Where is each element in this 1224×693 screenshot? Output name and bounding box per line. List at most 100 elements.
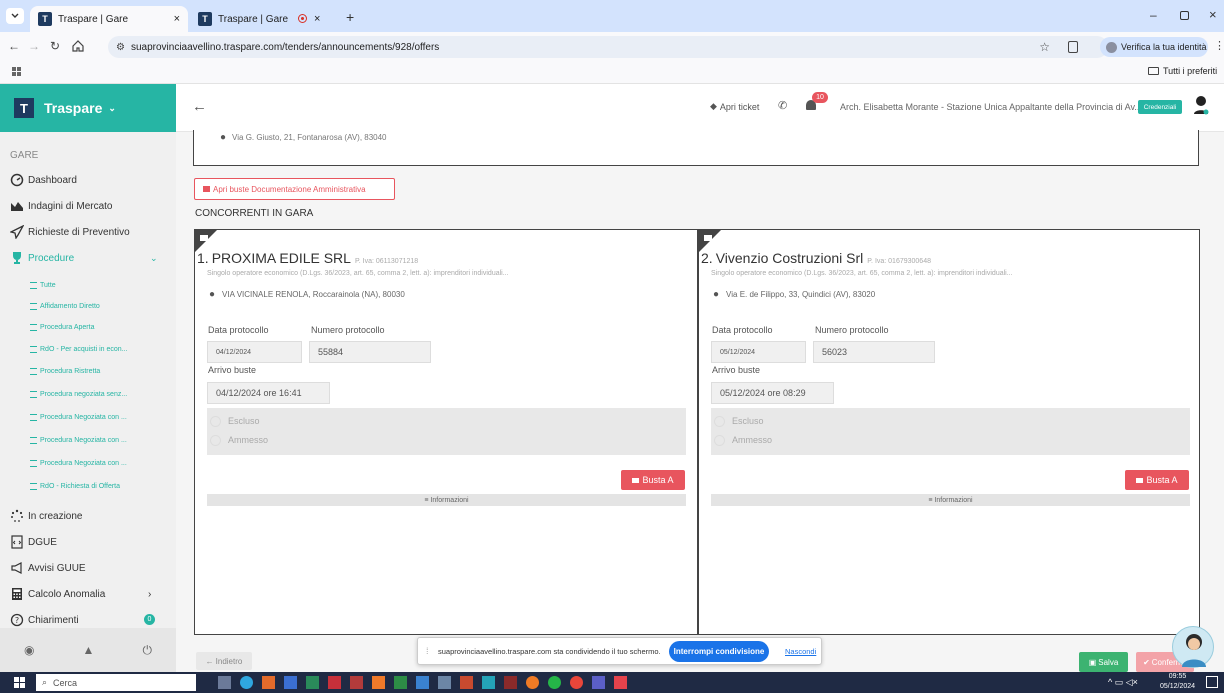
submenu-item[interactable]: Procedura Ristretta [30, 363, 100, 379]
excluded-radio[interactable] [714, 416, 725, 427]
submenu-item[interactable]: Procedura Negoziata con ... [30, 455, 127, 471]
date-label: Data protocollo [712, 325, 773, 335]
info-toggle[interactable]: ≡ Informazioni [711, 494, 1190, 506]
taskbar-search[interactable]: ⌕ Cerca [36, 674, 196, 691]
back-arrow-icon[interactable]: ← [192, 98, 207, 115]
browser-tab-1[interactable]: T Traspare | Gare × [30, 6, 188, 32]
app-icon[interactable] [614, 676, 627, 689]
apps-grid-icon[interactable] [12, 67, 21, 76]
sidebar-item-dashboard[interactable]: Dashboard [0, 168, 176, 192]
protocol-date-field[interactable]: 04/12/2024 [207, 341, 302, 363]
submenu-item[interactable]: RdO - Per acquisti in econ... [30, 341, 128, 357]
powerpoint-icon[interactable] [460, 676, 473, 689]
trophy-icon [13, 252, 21, 264]
whatsapp-icon[interactable] [548, 676, 561, 689]
submenu-item[interactable]: Tutte [30, 277, 56, 293]
sidebar-item-procedures[interactable]: Procedure ⌄ [0, 246, 176, 270]
site-settings-icon[interactable]: ⚙ [116, 42, 125, 53]
settings-icon[interactable]: ◉ [24, 643, 34, 657]
forward-arrow-icon[interactable]: → [28, 39, 40, 53]
close-tab-icon[interactable]: × [174, 13, 180, 25]
protocol-number-field[interactable]: 56023 [813, 341, 935, 363]
close-window-icon[interactable]: × [1209, 7, 1217, 22]
reload-icon[interactable]: ↻ [50, 39, 60, 53]
sidebar-item-anomaly[interactable]: Calcolo Anomalia › [0, 582, 176, 606]
app-icon[interactable] [262, 676, 275, 689]
submenu-item[interactable]: Procedura Negoziata con ... [30, 432, 127, 448]
info-toggle[interactable]: ≡ Informazioni [207, 494, 686, 506]
edge-icon[interactable] [240, 676, 253, 689]
app-icon[interactable] [482, 676, 495, 689]
close-tab-icon[interactable]: × [314, 13, 320, 25]
app-icon[interactable] [416, 676, 429, 689]
sidebar-item-guue[interactable]: Avvisi GUUE [0, 556, 176, 580]
credentials-button[interactable]: Credenziali [1138, 100, 1182, 114]
busta-a-button[interactable]: Busta A [621, 470, 685, 490]
chrome-icon[interactable] [570, 676, 583, 689]
home-icon[interactable] [72, 40, 84, 52]
file-explorer-icon[interactable] [284, 676, 297, 689]
save-button[interactable]: ▣ Salva [1079, 652, 1128, 672]
back-arrow-icon[interactable]: ← [8, 39, 20, 53]
app-icon[interactable] [372, 676, 385, 689]
status-box: Escluso Ammesso [207, 408, 686, 455]
busta-a-button[interactable]: Busta A [1125, 470, 1189, 490]
app-icon[interactable] [328, 676, 341, 689]
submenu-item[interactable]: Procedura negoziata senz... [30, 386, 127, 402]
folder-icon [1148, 67, 1159, 75]
tab-search-icon[interactable] [6, 8, 24, 24]
app-icon[interactable] [394, 676, 407, 689]
protocol-number-field[interactable]: 55884 [309, 341, 431, 363]
traspare-logo: T [14, 98, 34, 118]
power-icon[interactable]: ⏻ [142, 643, 152, 658]
minimize-icon[interactable]: – [1150, 8, 1157, 22]
browser-tab-2[interactable]: T Traspare | Gare × [190, 6, 340, 32]
calculator-icon[interactable] [438, 676, 451, 689]
hide-share-bar-link[interactable]: Nascondi [785, 647, 816, 656]
all-bookmarks-button[interactable]: Tutti i preferiti [1148, 66, 1217, 76]
back-button[interactable]: ← Indietro [196, 652, 252, 670]
assistant-avatar[interactable] [1172, 626, 1214, 668]
acrobat-icon[interactable] [350, 676, 363, 689]
brand-menu[interactable]: T Traspare ⌄ [0, 84, 176, 132]
arrival-field[interactable]: 04/12/2024 ore 16:41 [207, 382, 330, 404]
address-bar[interactable]: ⚙ suaprovinciaavellino.traspare.com/tend… [108, 36, 1108, 58]
clock[interactable]: 09:55 05/12/2024 [1160, 672, 1195, 692]
open-ticket-link[interactable]: ◆ Apri ticket [710, 101, 759, 112]
windows-start-icon[interactable] [14, 677, 25, 688]
extensions-icon[interactable] [1068, 41, 1078, 53]
protocol-date-field[interactable]: 05/12/2024 [711, 341, 806, 363]
store-icon[interactable] [306, 676, 319, 689]
drag-handle-icon[interactable]: ⁞ [426, 646, 429, 656]
app-icon[interactable] [504, 676, 517, 689]
verify-identity-button[interactable]: Verifica la tua identità [1100, 37, 1208, 57]
excluded-label: Escluso [732, 416, 764, 426]
admitted-radio[interactable] [210, 435, 221, 446]
excluded-radio[interactable] [210, 416, 221, 427]
open-admin-docs-button[interactable]: Apri buste Documentazione Amministrativa [194, 178, 395, 200]
submenu-item[interactable]: RdO - Richiesta di Offerta [30, 478, 120, 494]
task-view-icon[interactable] [218, 676, 231, 689]
tray-icons[interactable]: ^ ▭ ◁× [1108, 677, 1138, 688]
sidebar-item-in-creation[interactable]: In creazione [0, 504, 176, 528]
notifications-icon[interactable] [1206, 676, 1218, 688]
phone-icon[interactable]: ✆ [778, 99, 787, 112]
screen-share-bar: ⁞ suaprovinciaavellino.traspare.com sta … [417, 637, 822, 665]
sidebar-item-dgue[interactable]: DGUE [0, 530, 176, 554]
admitted-radio[interactable] [714, 435, 725, 446]
submenu-item[interactable]: Procedura Negoziata con ... [30, 409, 127, 425]
new-tab-icon[interactable]: + [346, 9, 354, 25]
user-icon[interactable]: ▲ [83, 643, 95, 657]
more-menu-icon[interactable]: ⋮ [1214, 39, 1224, 52]
sidebar-item-market[interactable]: Indagini di Mercato [0, 194, 176, 218]
submenu-item[interactable]: Procedura Aperta [30, 319, 94, 335]
restore-icon[interactable] [1180, 11, 1189, 20]
star-icon[interactable]: ☆ [1039, 40, 1050, 54]
teams-icon[interactable] [592, 676, 605, 689]
arrival-field[interactable]: 05/12/2024 ore 08:29 [711, 382, 834, 404]
firefox-icon[interactable] [526, 676, 539, 689]
sidebar-item-quotes[interactable]: Richieste di Preventivo [0, 220, 176, 244]
avatar[interactable] [1192, 94, 1210, 116]
submenu-item[interactable]: Affidamento Diretto [30, 298, 100, 314]
stop-sharing-button[interactable]: Interrompi condivisione [669, 641, 769, 662]
